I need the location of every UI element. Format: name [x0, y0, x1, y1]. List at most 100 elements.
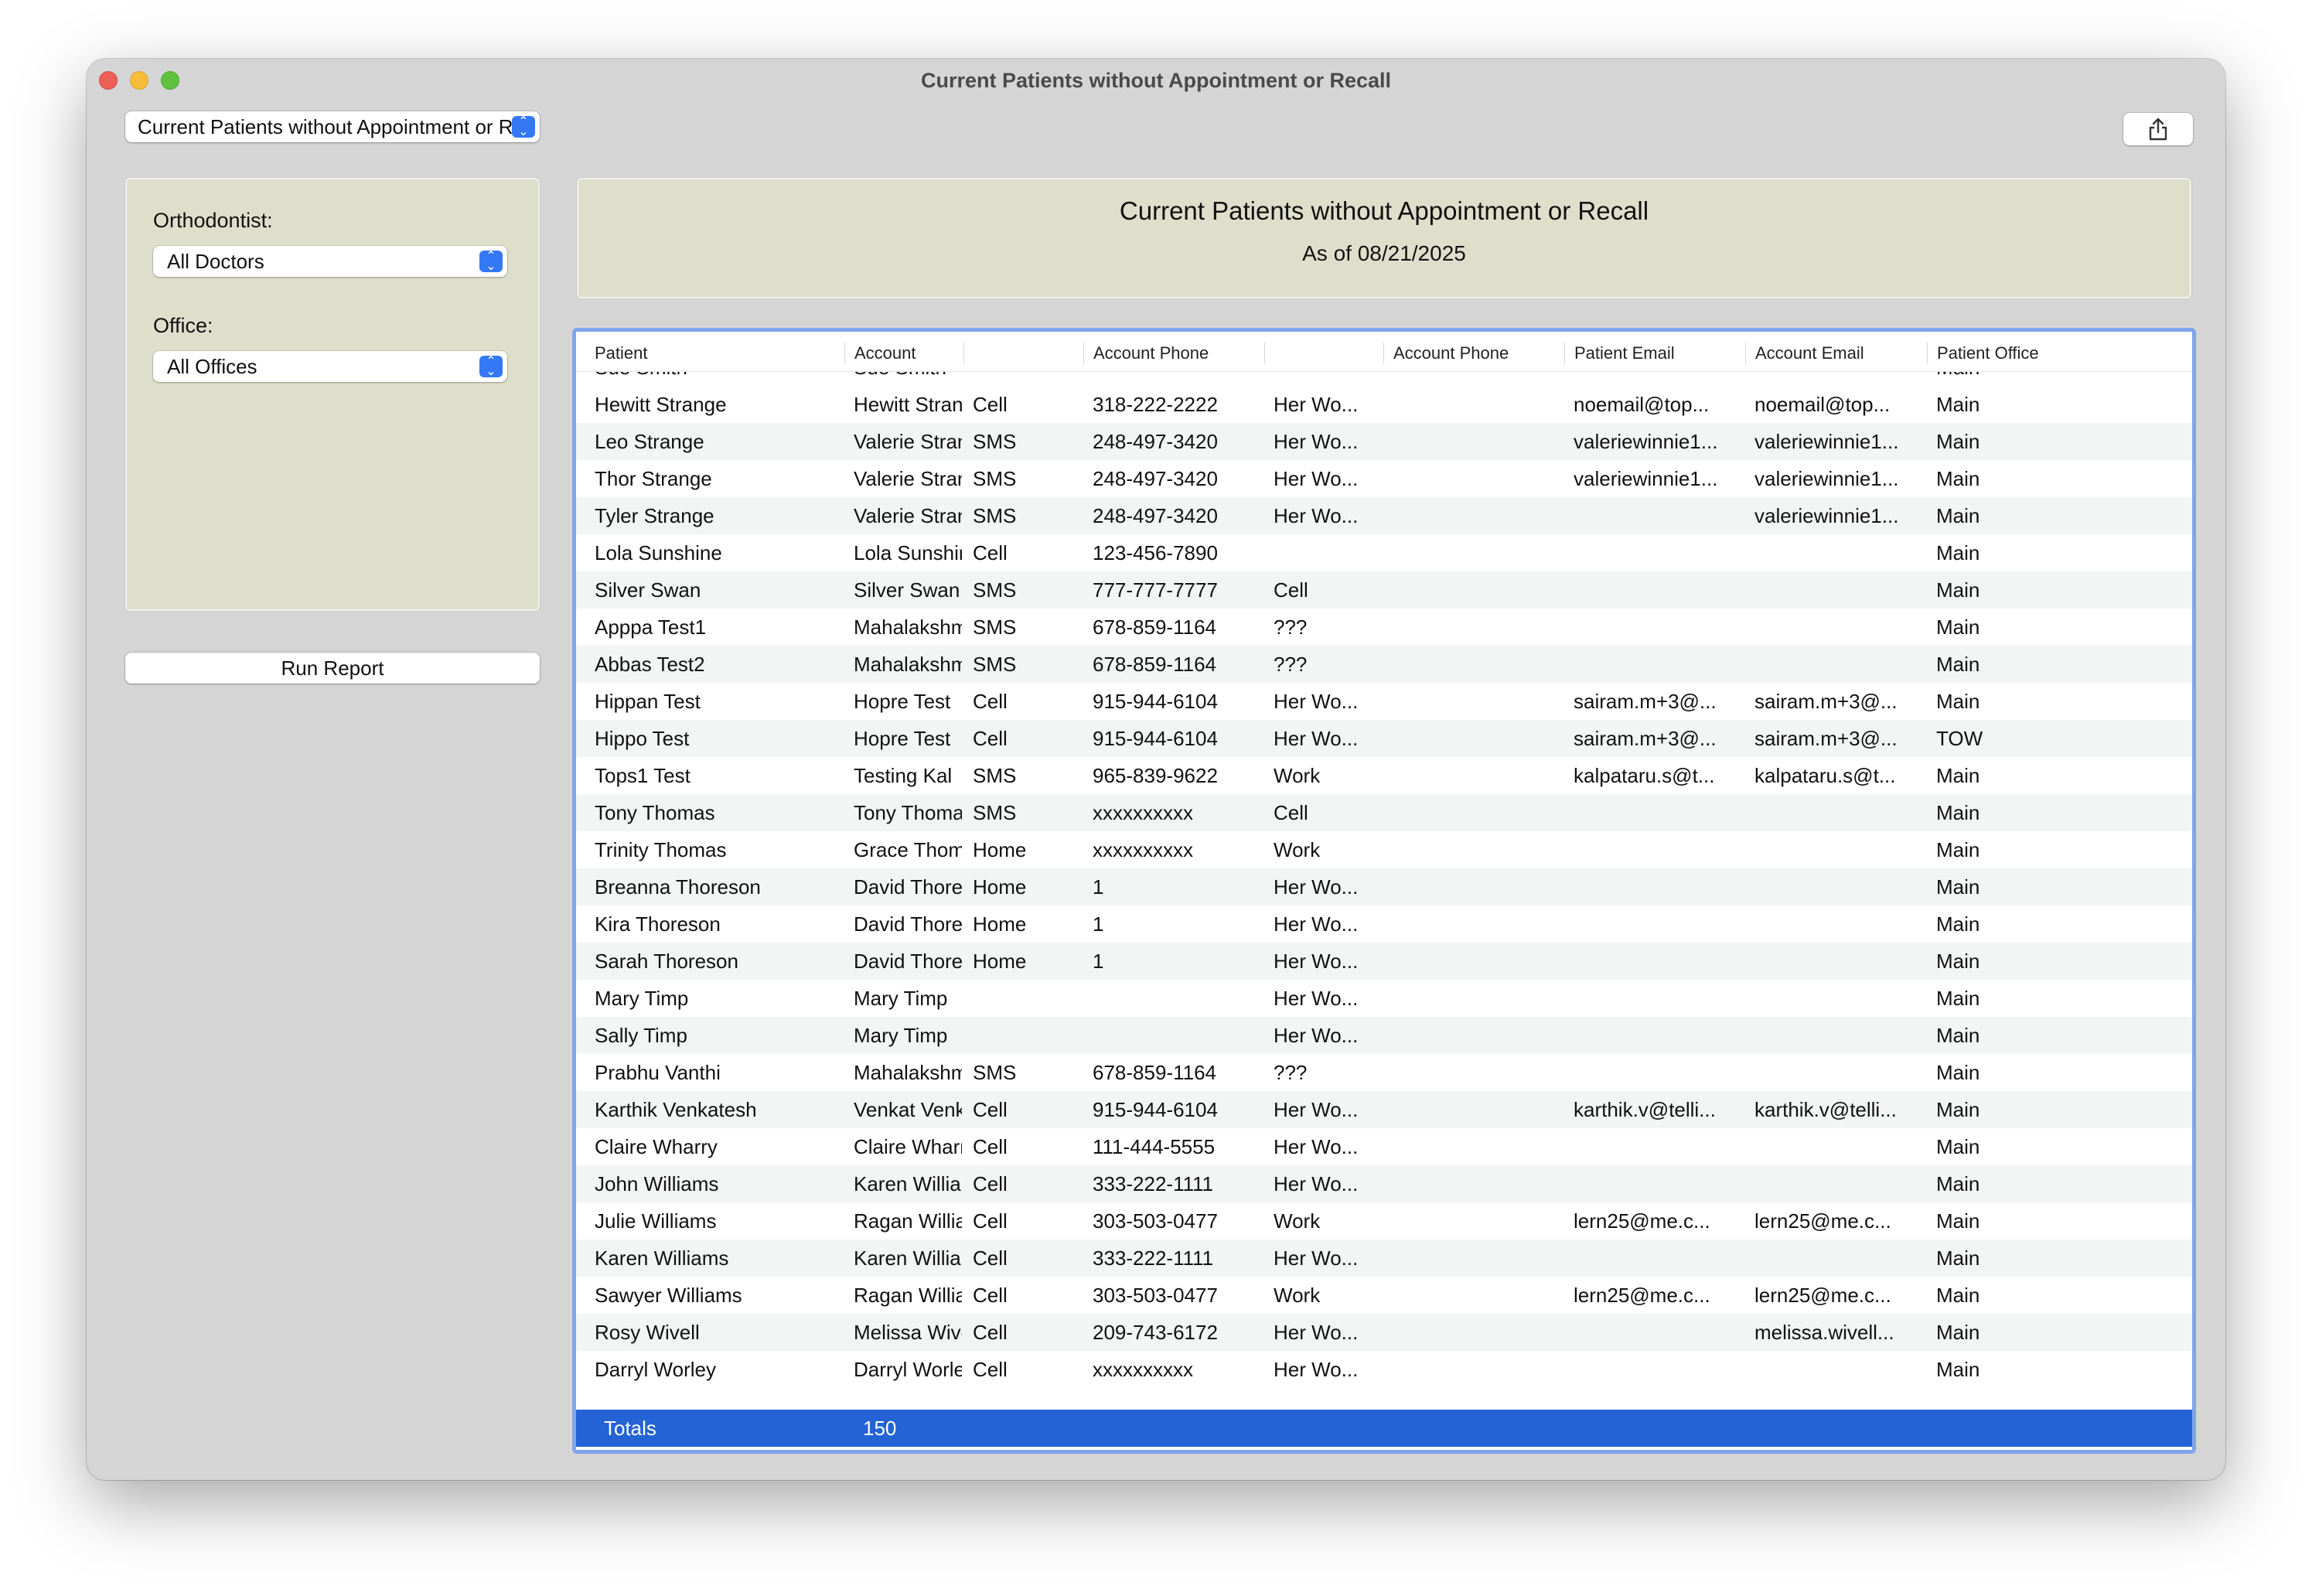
office-select[interactable]: All Offices ⌃ ⌄: [153, 351, 507, 382]
cell-patient: Apppa Test1: [595, 616, 707, 639]
cell-patient-office: Main: [1936, 1098, 1980, 1121]
cell-phone-label: ???: [1274, 616, 1308, 639]
cell-account: Sue Smith: [854, 372, 962, 386]
table-row[interactable]: Tyler Strange Valerie Strange SMS 248-497-3…: [576, 497, 2192, 534]
cell-account-phone-2: [1393, 1277, 1563, 1314]
table-row[interactable]: Trinity Thomas Grace Thomas Home xxxxxxxxxx…: [576, 831, 2192, 868]
table-row[interactable]: Hewitt Strange Hewitt Strange Cell 318-222-…: [576, 386, 2192, 423]
table-row[interactable]: Hippan Test Hopre Test Cell 915-944-6104 Her…: [576, 683, 2192, 720]
table-row[interactable]: Sawyer Williams Ragan Williams Cell 303-503…: [576, 1277, 2192, 1314]
report-type-select[interactable]: Current Patients without Appointment or …: [125, 111, 540, 142]
cell-account-email: lern25@me.c...: [1754, 1284, 1891, 1307]
table-row[interactable]: Silver Swan Silver Swan SMS 777-777-7777 Cel…: [576, 571, 2192, 609]
column-header-account-phone-2[interactable]: Account Phone: [1383, 343, 1553, 364]
cell-account-email: valeriewinnie1...: [1754, 504, 1899, 527]
table-row[interactable]: Karen Williams Karen Williams Cell 333-222-…: [576, 1240, 2192, 1277]
table-row[interactable]: Rosy Wivell Melissa Wivell Cell 209-743-617…: [576, 1314, 2192, 1351]
updown-chevron-icon: ⌃ ⌄: [512, 116, 535, 138]
cell-account: Grace Thomas: [854, 838, 962, 861]
table-row[interactable]: Tony Thomas Tony Thomas SMS xxxxxxxxxx Cell M…: [576, 794, 2192, 831]
cell-patient: Sue Smith: [595, 372, 842, 386]
cell-account-phone-2: [1393, 757, 1563, 794]
column-header-patient[interactable]: Patient: [585, 343, 833, 364]
column-header-account[interactable]: Account: [844, 343, 953, 364]
cell-patient-email: lern25@me.c...: [1574, 1284, 1710, 1307]
column-header-account-phone[interactable]: Account Phone: [1083, 343, 1253, 364]
cell-patient-email: noemail@top...: [1574, 393, 1710, 416]
cell-patient-office: Main: [1936, 1135, 1980, 1158]
share-button[interactable]: [2123, 113, 2193, 145]
cell-account-email: [1754, 905, 1925, 943]
updown-chevron-icon: ⌃ ⌄: [479, 251, 503, 273]
orthodontist-select[interactable]: All Doctors ⌃ ⌄: [153, 246, 507, 277]
cell-patient-email: [1574, 534, 1744, 571]
cell-account-phone-2: [1393, 1240, 1563, 1277]
cell-account-phone: 333-222-1111: [1093, 1172, 1214, 1195]
cell-account: Mahalakshmi M: [854, 653, 962, 676]
cell-patient-office: Main: [1936, 987, 1980, 1010]
cell-patient: Sarah Thoreson: [595, 950, 738, 973]
table-row[interactable]: Breanna Thoreson David Thoreson Home 1 Her W…: [576, 868, 2192, 905]
cell-account-email: sairam.m+3@...: [1754, 690, 1898, 713]
minimize-window-button[interactable]: [130, 71, 148, 90]
zoom-window-button[interactable]: [161, 71, 179, 90]
cell-account-email: [1754, 609, 1925, 646]
cell-account: Ragan Williams: [854, 1284, 962, 1307]
close-window-button[interactable]: [99, 71, 118, 90]
table-row[interactable]: Darryl Worley Darryl Worley Cell xxxxxxxxxx…: [576, 1351, 2192, 1388]
table-row[interactable]: Sally Timp Mary Timp Her Wo... Main: [576, 1017, 2192, 1054]
cell-account-phone: 111-444-5555: [1093, 1135, 1216, 1158]
cell-patient: John Williams: [595, 1172, 719, 1195]
cell-patient: Mary Timp: [595, 987, 689, 1010]
table-row[interactable]: Julie Williams Ragan Williams Cell 303-503-…: [576, 1202, 2192, 1240]
column-header-patient-email[interactable]: Patient Email: [1564, 343, 1734, 364]
cell-account-phone: 303-503-0477: [1093, 1209, 1218, 1233]
cell-account-email: [1754, 372, 1925, 386]
table-row[interactable]: Leo Strange Valerie Strange SMS 248-497-342…: [576, 423, 2192, 460]
cell-account: Mahalakshmi M: [854, 616, 962, 639]
table-row[interactable]: John Williams Karen Williams Cell 333-222-1…: [576, 1165, 2192, 1202]
table-row[interactable]: Claire Wharry Claire Wharry Cell 111-444-55…: [576, 1128, 2192, 1165]
column-header-phone-type[interactable]: [963, 343, 1072, 364]
table-row[interactable]: Kira Thoreson David Thoreson Home 1 Her Wo..…: [576, 905, 2192, 943]
table-row[interactable]: Thor Strange Valerie Strange SMS 248-497-34…: [576, 460, 2192, 497]
cell-patient-office: Main: [1936, 1246, 1980, 1270]
cell-patient-email: [1574, 980, 1744, 1017]
cell-account-phone: 1: [1093, 950, 1104, 973]
cell-account-phone: 678-859-1164: [1093, 616, 1216, 639]
totals-row[interactable]: Totals 150: [576, 1410, 2192, 1447]
cell-account: Ragan Williams: [854, 1209, 962, 1233]
cell-patient-email: kalpataru.s@t...: [1574, 764, 1715, 787]
table-row[interactable]: Apppa Test1 Mahalakshmi M SMS 678-859-1164?…: [576, 609, 2192, 646]
cell-phone-type: SMS: [973, 1061, 1017, 1084]
table-row[interactable]: Abbas Test2 Mahalakshmi M SMS 678-859-1164?…: [576, 646, 2192, 683]
table-row[interactable]: Tops1 Test Testing Kal SMS 965-839-9622 Work…: [576, 757, 2192, 794]
column-header-phone-label[interactable]: [1264, 343, 1373, 364]
cell-patient-email: [1574, 943, 1744, 980]
cell-account-phone-2: [1393, 372, 1563, 386]
cell-account-phone-2: [1393, 720, 1563, 757]
table-body[interactable]: Sue Smith Sue Smith Main Hewitt StrangeHewi…: [576, 372, 2192, 1413]
cell-patient-email: karthik.v@telli...: [1574, 1098, 1716, 1121]
table-row[interactable]: Sue Smith Sue Smith Main: [576, 372, 2192, 386]
cell-account-phone-2: [1393, 1202, 1563, 1240]
column-header-account-email[interactable]: Account Email: [1745, 343, 1915, 364]
cell-patient: Prabhu Vanthi: [595, 1061, 721, 1084]
cell-account-phone: [1093, 980, 1263, 1017]
cell-account-email: [1754, 831, 1925, 868]
table-row[interactable]: Karthik Venkatesh Venkat Venkatesh Cell 915…: [576, 1091, 2192, 1128]
cell-patient-email: [1574, 497, 1744, 534]
report-table[interactable]: Patient Account Account Phone Account Phone…: [572, 328, 2196, 1454]
cell-patient-office: Main: [1936, 764, 1980, 787]
table-row[interactable]: Prabhu Vanthi Mahalakshmi M SMS 678-859-116…: [576, 1054, 2192, 1091]
cell-account: Darryl Worley: [854, 1358, 962, 1381]
column-header-patient-office[interactable]: Patient Office: [1927, 343, 2182, 364]
cell-patient-office: Main: [1936, 1284, 1980, 1307]
table-row[interactable]: Lola Sunshine Lola Sunshine Cell 123-456-78…: [576, 534, 2192, 571]
table-row[interactable]: Hippo Test Hopre Test Cell 915-944-6104 Her …: [576, 720, 2192, 757]
run-report-button[interactable]: Run Report: [125, 653, 540, 684]
cell-account-phone: 1: [1093, 912, 1104, 936]
office-label: Office:: [153, 314, 213, 337]
table-row[interactable]: Mary Timp Mary Timp Her Wo... Main: [576, 980, 2192, 1017]
table-row[interactable]: Sarah Thoreson David Thoreson Home 1 Her Wo.…: [576, 943, 2192, 980]
